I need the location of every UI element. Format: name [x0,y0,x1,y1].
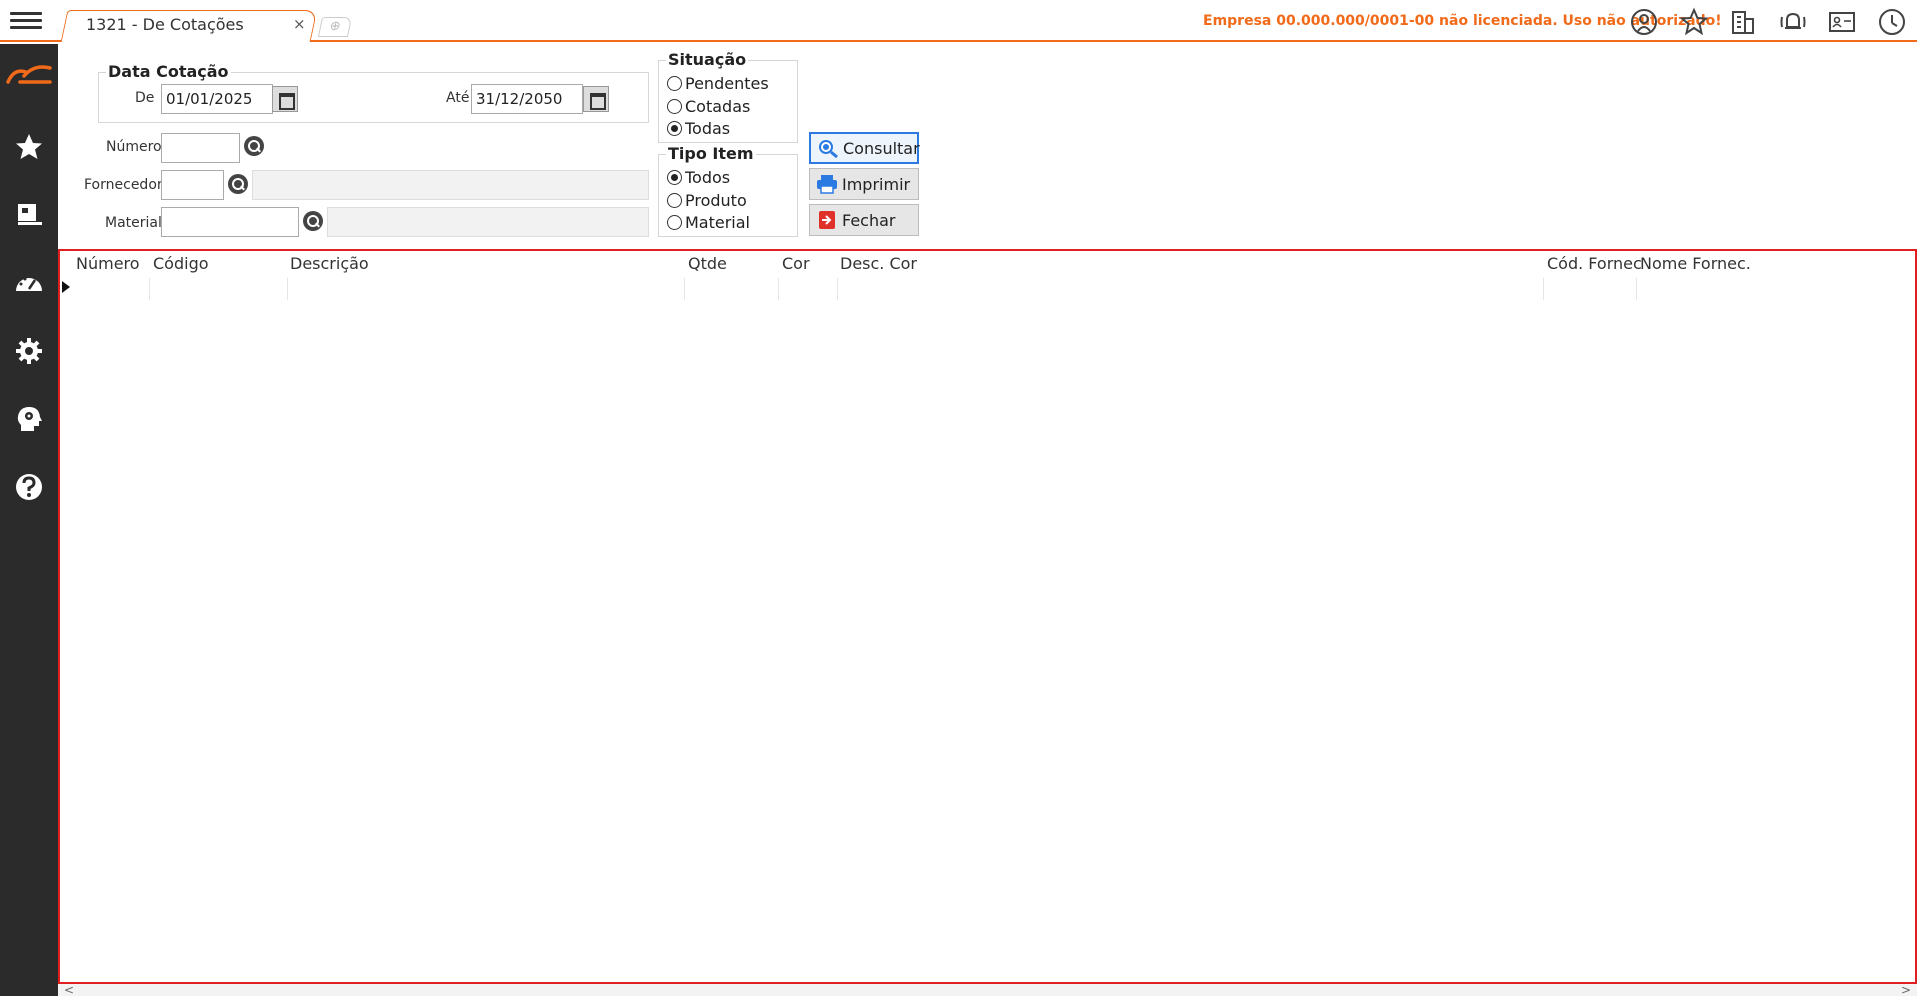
head-gear-icon[interactable] [13,403,45,435]
column-header-descricao[interactable]: Descrição [290,254,369,273]
search-icon [819,140,838,158]
column-divider [287,278,288,300]
radio-todos[interactable]: Todos [667,168,730,187]
current-row-indicator-icon [62,281,70,293]
column-divider [684,278,685,300]
radio-pendentes-circle [667,76,682,91]
column-header-codigo[interactable]: Código [153,254,209,273]
profile-card-icon[interactable] [1827,7,1857,37]
column-header-cod-fornec[interactable]: Cód. Fornec [1547,254,1642,273]
radio-produto-circle [667,193,682,208]
to-date-input[interactable] [471,84,583,114]
exit-icon [819,211,835,229]
radio-todas[interactable]: Todas [667,119,730,138]
supplier-label: Fornecedor [84,177,163,193]
radio-produto[interactable]: Produto [667,191,747,210]
date-group-title: Data Cotação [106,62,231,81]
from-date-input[interactable] [161,84,273,114]
to-date-calendar-icon[interactable] [583,86,609,112]
radio-todas-circle [667,121,682,136]
fechar-button[interactable]: Fechar [809,204,919,236]
document-icon[interactable] [13,198,45,230]
sidebar [0,44,58,996]
column-header-desc-cor[interactable]: Desc. Cor [840,254,917,273]
number-input[interactable] [161,133,240,163]
scroll-right-icon[interactable]: > [1901,983,1911,997]
tab-label[interactable]: 1321 - De Cotações [86,15,244,34]
column-divider [1636,278,1637,300]
top-bar: 1321 - De Cotações × ⊕ Empresa 00.000.00… [0,0,1917,42]
number-label: Número [106,139,162,155]
radio-cotadas[interactable]: Cotadas [667,97,750,116]
supplier-code-input[interactable] [161,170,224,200]
from-date-label: De [135,90,155,106]
hamburger-menu-icon[interactable] [10,8,42,34]
favorite-star-icon[interactable] [1679,7,1709,37]
gear-icon[interactable] [13,335,45,367]
tipo-item-title: Tipo Item [666,144,756,163]
help-icon[interactable] [13,471,45,503]
tab-close-icon[interactable]: × [293,15,306,33]
column-header-cor[interactable]: Cor [782,254,810,273]
material-label: Material [105,215,162,231]
consultar-button[interactable]: Consultar [809,132,920,164]
from-date-calendar-icon[interactable] [272,86,298,112]
notification-bell-icon[interactable] [1778,7,1808,37]
number-search-icon[interactable] [244,136,264,156]
situacao-title: Situação [666,50,749,69]
material-name-field [327,207,649,237]
horizontal-scrollbar[interactable]: < > [58,983,1917,997]
scroll-left-icon[interactable]: < [64,983,74,997]
column-divider [1543,278,1544,300]
results-grid[interactable] [58,249,1917,984]
printer-icon [817,175,837,194]
column-divider [149,278,150,300]
radio-material[interactable]: Material [667,213,750,232]
to-date-label: Até [446,90,470,106]
material-code-input[interactable] [161,207,299,237]
column-divider [837,278,838,300]
radio-cotadas-circle [667,99,682,114]
user-icon[interactable] [1629,7,1659,37]
logo-icon[interactable] [4,60,54,90]
column-divider [778,278,779,300]
star-icon[interactable] [13,131,45,163]
imprimir-button[interactable]: Imprimir [809,168,919,200]
column-header-numero[interactable]: Número [76,254,140,273]
radio-material-circle [667,215,682,230]
power-icon[interactable] [1877,7,1907,37]
supplier-name-field [252,170,649,200]
column-header-qtde[interactable]: Qtde [688,254,727,273]
supplier-search-icon[interactable] [228,174,248,194]
material-search-icon[interactable] [303,211,323,231]
add-tab-icon: ⊕ [328,19,343,34]
column-header-nome-fornec[interactable]: Nome Fornec. [1640,254,1751,273]
radio-pendentes[interactable]: Pendentes [667,74,769,93]
new-tab-button[interactable]: ⊕ [317,17,353,37]
speedometer-icon[interactable] [13,267,45,299]
company-building-icon[interactable] [1728,7,1758,37]
radio-todos-circle [667,170,682,185]
